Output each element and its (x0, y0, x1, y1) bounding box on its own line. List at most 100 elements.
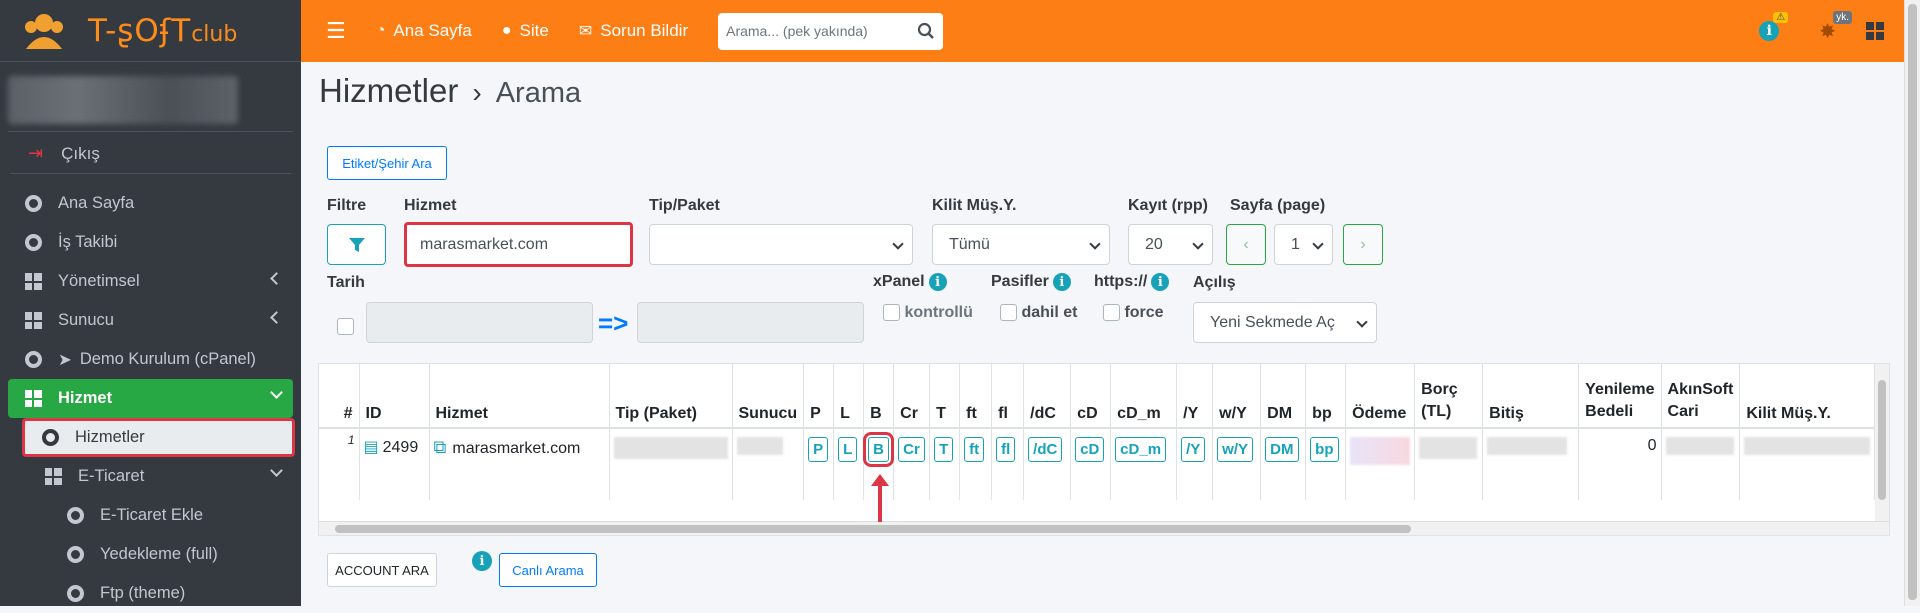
tag-cr-button[interactable]: Cr (898, 437, 925, 462)
kilit-select[interactable]: Tümü (932, 224, 1110, 265)
chevron-down-icon (1089, 238, 1101, 250)
col-num[interactable]: # (319, 364, 360, 429)
etiket-sehir-ara-button[interactable]: Etiket/Şehir Ara (327, 146, 447, 180)
table-vertical-scrollbar[interactable] (1875, 364, 1889, 521)
sidebar-item-yonetimsel[interactable]: Yönetimsel (8, 262, 293, 301)
col-sunucu[interactable]: Sunucu (732, 364, 805, 429)
col-id[interactable]: ID (359, 364, 430, 429)
col-b[interactable]: B (863, 364, 895, 429)
col-dc[interactable]: /dC (1023, 364, 1072, 429)
tarih-end-input[interactable] (637, 302, 864, 343)
col-p[interactable]: P (803, 364, 835, 429)
https-option[interactable]: force (1103, 304, 1164, 322)
sidebar-item-demo-kurulum[interactable]: ➤ Demo Kurulum (cPanel) (8, 340, 293, 379)
table-horizontal-scrollbar[interactable] (319, 521, 1889, 535)
col-bp[interactable]: bp (1305, 364, 1347, 429)
table-header-row: # ID Hizmet Tip (Paket) Sunucu P L B Cr … (319, 364, 1876, 429)
pointer-arrow-icon (871, 474, 889, 522)
info-icon[interactable]: i (1052, 273, 1071, 291)
col-t[interactable]: T (929, 364, 961, 429)
logout-link[interactable]: ⇥ Çıkış (10, 134, 291, 174)
prev-page-button[interactable]: ‹ (1226, 224, 1266, 265)
sayfa-select[interactable]: 1 (1274, 224, 1333, 265)
col-dm[interactable]: DM (1260, 364, 1307, 429)
search-icon[interactable] (917, 22, 935, 40)
tag-l-button[interactable]: L (838, 437, 858, 462)
col-cd[interactable]: cD (1070, 364, 1112, 429)
redacted-value (1419, 437, 1478, 459)
tarih-start-input[interactable] (366, 302, 593, 343)
col-kilit[interactable]: Kilit Müş.Y. (1739, 364, 1876, 429)
sidebar-item-hizmet[interactable]: Hizmet (8, 379, 293, 418)
table-row[interactable]: 1 ▤ 2499 ⧉ marasmarket.com P L B Cr T ft f… (319, 428, 1876, 500)
bug-icon[interactable]: ✸ yk. (1819, 10, 1853, 44)
https-checkbox[interactable] (1103, 304, 1120, 322)
page-scrollbar[interactable] (1904, 0, 1920, 606)
tip-paket-select[interactable] (649, 224, 913, 265)
col-l[interactable]: L (833, 364, 865, 429)
edit-icon[interactable]: ▤ (364, 439, 379, 456)
tag-ft-button[interactable]: ft (964, 437, 985, 462)
pasifler-checkbox[interactable] (1000, 304, 1017, 322)
pasifler-option[interactable]: dahil et (1000, 304, 1077, 322)
external-link-icon[interactable]: ⧉ (434, 437, 447, 457)
tag-dm-button[interactable]: DM (1265, 437, 1299, 462)
next-page-button[interactable]: › (1343, 224, 1383, 265)
col-tip-paket[interactable]: Tip (Paket) (609, 364, 733, 429)
sidebar-item-ftp[interactable]: Ftp (theme) (8, 574, 293, 613)
col-bitis[interactable]: Bitiş (1482, 364, 1580, 429)
tag-y-button[interactable]: /Y (1181, 437, 1206, 462)
col-hizmet[interactable]: Hizmet (429, 364, 610, 429)
tag-p-button[interactable]: P (808, 437, 829, 462)
col-fl[interactable]: fl (991, 364, 1025, 429)
acilis-select[interactable]: Yeni Sekmede Aç (1193, 302, 1377, 343)
col-borc[interactable]: Borç (TL) (1414, 364, 1484, 429)
col-wy[interactable]: w/Y (1212, 364, 1262, 429)
nav-home-link[interactable]: ◔ Ana Sayfa (376, 21, 472, 41)
info-icon[interactable]: i (472, 551, 492, 571)
col-akinsoft[interactable]: AkınSoft Cari (1661, 364, 1741, 429)
redacted-value (736, 437, 783, 455)
sidebar-item-is-takibi[interactable]: İş Takibi (8, 223, 293, 262)
tip-paket-label: Tip/Paket (649, 197, 720, 214)
col-ft[interactable]: ft (959, 364, 993, 429)
info-icon[interactable]: i (928, 273, 947, 291)
tag-fl-button[interactable]: fl (996, 437, 1016, 462)
nav-report-link[interactable]: ✉ Sorun Bildir (579, 21, 688, 41)
xpanel-option[interactable]: kontrollü (883, 304, 973, 322)
nav-site-link[interactable]: ● Site (502, 21, 549, 41)
col-yenileme[interactable]: Yenileme Bedeli (1578, 364, 1662, 429)
sidebar-item-sunucu[interactable]: Sunucu (8, 301, 293, 340)
tag-dc-button[interactable]: /dC (1028, 437, 1063, 462)
kayit-select[interactable]: 20 (1128, 224, 1213, 265)
tag-bp-button[interactable]: bp (1310, 437, 1339, 462)
tag-b-button[interactable]: B (863, 432, 894, 467)
tag-cd-m-button[interactable]: cD_m (1115, 437, 1167, 462)
tag-wy-button[interactable]: w/Y (1217, 437, 1254, 462)
col-odeme[interactable]: Ödeme (1345, 364, 1416, 429)
grid-icon (44, 468, 62, 485)
col-cd-m[interactable]: cD_m (1110, 364, 1178, 429)
apps-grid-icon[interactable] (1866, 22, 1884, 40)
info-notification-icon[interactable]: i ⚠ (1759, 12, 1789, 41)
row-hizmet[interactable]: ⧉ marasmarket.com (429, 428, 610, 500)
sidebar-item-ana-sayfa[interactable]: Ana Sayfa (8, 184, 293, 223)
sidebar-item-hizmetler[interactable]: Hizmetler (22, 418, 295, 457)
sidebar-item-e-ticaret[interactable]: E-Ticaret (8, 457, 293, 496)
brand[interactable]: T-ʂOʄTclub (0, 0, 301, 62)
account-ara-button[interactable]: ACCOUNT ARA (327, 553, 437, 587)
filter-button[interactable] (327, 224, 386, 265)
tarih-checkbox[interactable] (337, 318, 354, 335)
col-cr[interactable]: Cr (893, 364, 931, 429)
sidebar-item-yedekleme[interactable]: Yedekleme (full) (8, 535, 293, 574)
info-icon[interactable]: i (1151, 273, 1170, 291)
sidebar-item-e-ticaret-ekle[interactable]: E-Ticaret Ekle (8, 496, 293, 535)
xpanel-checkbox[interactable] (883, 304, 900, 322)
hamburger-menu-icon[interactable]: ☰ (326, 18, 346, 44)
search-input[interactable]: Arama... (pek yakında) (718, 12, 944, 50)
hizmet-input[interactable]: marasmarket.com (404, 222, 633, 267)
col-y[interactable]: /Y (1176, 364, 1214, 429)
tag-t-button[interactable]: T (934, 437, 954, 462)
canli-arama-button[interactable]: Canlı Arama (499, 553, 597, 587)
tag-cd-button[interactable]: cD (1075, 437, 1105, 462)
